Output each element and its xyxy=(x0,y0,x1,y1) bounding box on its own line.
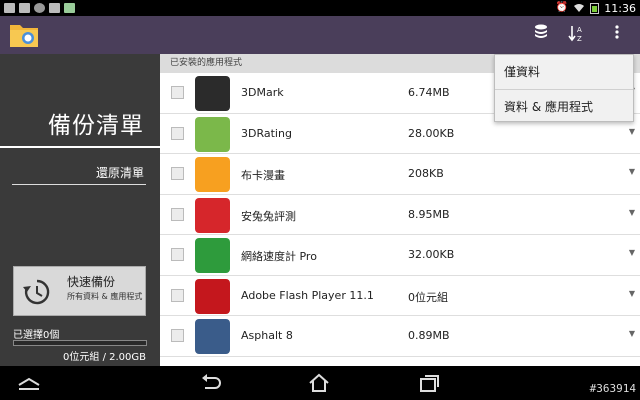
app-list-row[interactable]: 安兔兔評測 8.95MB ▼ xyxy=(160,195,640,235)
app-checkbox[interactable] xyxy=(171,329,184,342)
file-manager-folder-icon[interactable] xyxy=(8,21,40,49)
app-size: 0.89MB xyxy=(408,329,450,342)
expand-arrow-icon[interactable]: ▼ xyxy=(629,127,635,136)
status-bar: ⏰ 11:36 xyxy=(0,0,640,16)
backup-type-menu: 僅資料 資料 & 應用程式 xyxy=(494,54,634,122)
alarm-icon: ⏰ xyxy=(555,2,569,13)
menu-item-data-and-apps[interactable]: 資料 & 應用程式 xyxy=(495,89,633,123)
watermark-label: #363914 xyxy=(589,382,636,395)
app-name: 3DMark xyxy=(241,86,284,99)
quick-backup-label: 快速備份 xyxy=(67,275,116,289)
app-checkbox[interactable] xyxy=(171,126,184,140)
app-name: 3DRating xyxy=(241,126,292,140)
expand-arrow-icon[interactable]: ▼ xyxy=(629,329,635,338)
network-speed-icon xyxy=(195,238,230,273)
expand-arrow-icon[interactable]: ▼ xyxy=(629,208,635,217)
expand-arrow-icon[interactable]: ▼ xyxy=(629,289,635,298)
app-checkbox[interactable] xyxy=(171,86,184,99)
3dmark-icon xyxy=(195,76,230,111)
3drating-icon xyxy=(195,116,230,152)
app-name: 網絡速度計 Pro xyxy=(241,250,317,263)
recent-apps-icon[interactable] xyxy=(414,372,444,394)
wifi-icon xyxy=(574,4,585,12)
selected-count: 已選擇0個 xyxy=(13,330,60,341)
home-icon[interactable] xyxy=(304,372,334,394)
restore-list-link[interactable]: 還原清單 xyxy=(96,164,144,181)
menu-item-data-only[interactable]: 僅資料 xyxy=(495,55,633,89)
app-name: Adobe Flash Player 11.1 xyxy=(241,288,374,302)
app-size: 0位元組 xyxy=(408,290,448,304)
buka-comic-icon xyxy=(195,157,230,192)
app-checkbox[interactable] xyxy=(171,248,184,261)
android-notification-icon xyxy=(64,3,75,13)
clock-time: 11:36 xyxy=(604,1,636,15)
app-size: 28.00KB xyxy=(408,126,455,140)
expand-arrow-icon[interactable]: ▼ xyxy=(629,167,635,176)
notification-icon xyxy=(4,3,15,13)
app-checkbox[interactable] xyxy=(171,288,184,302)
back-icon[interactable] xyxy=(196,372,226,394)
storage-progress-bar xyxy=(13,340,147,346)
backup-list-title[interactable]: 備份清單 xyxy=(48,106,144,140)
asphalt-icon xyxy=(195,319,230,354)
quick-backup-sublabel: 所有資料 & 應用程式 xyxy=(67,292,143,301)
restore-divider xyxy=(12,184,146,185)
app-checkbox[interactable] xyxy=(171,207,184,221)
title-divider xyxy=(0,146,160,148)
app-name: Asphalt 8 xyxy=(241,329,293,342)
image-notification-icon xyxy=(19,3,30,13)
app-size: 6.74MB xyxy=(408,86,450,99)
flash-player-icon xyxy=(195,278,230,314)
backup-sidebar: 備份清單 還原清單 快速備份 所有資料 & 應用程式 已選擇0個 0位元組 / … xyxy=(0,54,160,366)
app-list-row[interactable]: 網絡速度計 Pro 32.00KB ▼ xyxy=(160,235,640,276)
app-name: 安兔兔評測 xyxy=(241,209,296,223)
app-list-row[interactable]: Asphalt 8 0.89MB ▼ xyxy=(160,316,640,357)
hide-nav-icon[interactable] xyxy=(14,372,44,394)
action-bar: AZ xyxy=(0,16,640,54)
app-list-row[interactable]: 布卡漫畫 208KB ▼ xyxy=(160,154,640,195)
backup-clock-icon xyxy=(23,279,50,305)
file-notification-icon xyxy=(49,3,60,13)
app-list-row[interactable]: Adobe Flash Player 11.1 0位元組 ▼ xyxy=(160,276,640,316)
app-size: 32.00KB xyxy=(408,248,455,261)
quick-backup-button[interactable]: 快速備份 所有資料 & 應用程式 xyxy=(13,266,146,316)
antutu-icon xyxy=(195,197,230,233)
storage-icon[interactable] xyxy=(530,24,552,46)
svg-text:A: A xyxy=(577,26,582,34)
storage-usage-text: 0位元組 / 2.00GB xyxy=(63,352,146,363)
app-name: 布卡漫畫 xyxy=(241,169,285,182)
app-size: 208KB xyxy=(408,167,444,180)
expand-arrow-icon[interactable]: ▼ xyxy=(629,248,635,257)
svg-text:Z: Z xyxy=(577,35,582,42)
globe-notification-icon xyxy=(34,3,45,13)
app-checkbox[interactable] xyxy=(171,167,184,180)
navigation-bar xyxy=(0,366,640,400)
sort-az-icon[interactable]: AZ xyxy=(566,24,588,46)
battery-icon xyxy=(590,2,600,14)
overflow-menu-icon[interactable] xyxy=(606,24,628,46)
app-size: 8.95MB xyxy=(408,207,450,221)
